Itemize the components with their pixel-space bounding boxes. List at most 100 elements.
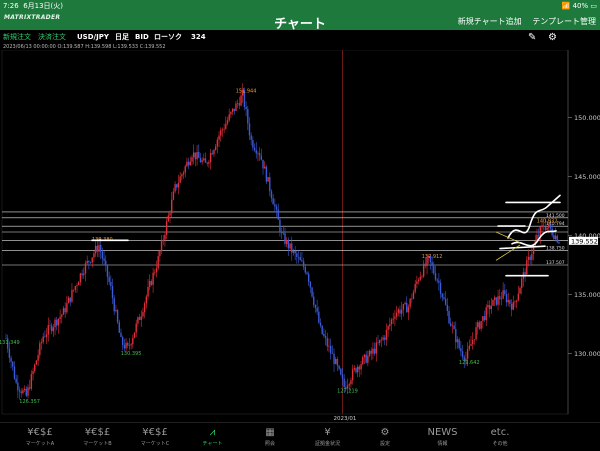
candle-body [245,107,247,110]
candle-body [177,182,180,188]
candle-body [343,378,345,388]
candle-body [118,322,120,333]
candle-body [409,298,411,307]
candle-body [512,302,514,310]
candle-body [89,262,92,263]
candle-body [436,279,438,281]
candle-body [264,166,266,169]
candle-body [389,324,391,327]
candle-body [18,390,21,392]
tab-3[interactable]: ⩘ チャート [185,426,241,447]
candle-body [301,260,303,262]
tab-2[interactable]: ¥€$£ マーケットC [127,426,183,447]
candle-body [269,177,271,192]
tab-1[interactable]: ¥€$£ マーケットB [70,426,126,447]
low-mark-label: 127.219 [337,389,358,395]
tab-icon: ¥€$£ [84,427,111,438]
candle-body [311,287,313,297]
candle-body [331,353,334,354]
candle-body [181,174,183,177]
navbar: MATRIXTRADER チャート 新規チャート追加 テンプレート管理 [0,12,600,32]
gear-icon[interactable]: ⚙ [548,32,557,43]
candle-body [392,318,394,320]
tab-0[interactable]: ¥€$£ マーケットA [12,426,68,447]
candle-body [110,281,112,287]
candle-body [15,378,17,383]
candle-body [318,311,320,323]
candle-body [106,264,109,277]
candle-body [199,157,202,163]
candle-body [378,339,381,343]
candle-body [417,279,420,282]
candle-body [98,245,100,252]
timeframe-selector[interactable]: 日足 [115,30,129,44]
candle-body [338,365,340,369]
tab-label: 設定 [379,441,390,447]
candle-body [34,364,36,372]
candle-body [455,329,457,343]
candle-body [216,139,219,147]
candle-body [258,153,261,156]
candle-body [238,103,241,106]
candle-body [209,153,212,162]
candle-body [549,224,552,229]
tab-icon: ¥€$£ [142,427,168,438]
candle-body [292,250,295,253]
settle-order-button[interactable]: 決済注文 [38,30,66,44]
candle-body [499,296,501,300]
status-time: 7:26 6月13日(火) [3,2,64,10]
candle-body [78,282,80,286]
template-manage-button[interactable]: テンプレート管理 [532,17,596,26]
candle-body [348,384,350,386]
candle-body [309,281,312,288]
candle-body [385,329,388,340]
candle-body [377,342,379,344]
candle-body [482,316,484,322]
candle-body [20,391,22,394]
candle-body [84,263,87,274]
candle-body [272,198,274,205]
candle-body [157,256,159,269]
candle-body [32,371,34,375]
chart-type-selector[interactable]: ローソク [154,30,182,44]
candle-body [17,382,19,391]
candle-body [250,135,252,141]
tab-6[interactable]: ⚙ 設定 [357,426,413,447]
side-selector[interactable]: BID [135,30,149,44]
candle-body [324,336,327,339]
candle-body [470,344,472,346]
new-order-button[interactable]: 新規注文 [3,30,31,44]
candle-body [35,360,38,365]
candle-body [275,206,278,210]
candle-body [206,162,208,164]
candle-body [121,337,124,345]
candle-body [208,161,210,164]
candle-body [27,387,29,396]
tab-4[interactable]: ▦ 照会 [242,426,298,447]
candle-body [335,359,337,364]
candle-body [355,368,357,373]
candle-body [424,263,427,267]
candle-body [495,297,498,305]
candle-body [458,339,460,349]
candle-body [45,334,48,337]
candle-body [25,388,27,396]
candle-body [42,336,44,343]
candle-body [323,333,325,337]
tab-8[interactable]: etc. その他 [472,426,528,447]
price-chart[interactable]: 130.000135.000140.000145.000150.0002023/… [0,50,600,422]
current-price-label: 139.552 [571,237,598,245]
candle-body [133,332,136,338]
candle-body [438,280,440,283]
horizontal-line-label: 137.507 [546,260,565,266]
low-mark-label: 126.357 [19,399,40,405]
candle-body [329,345,332,354]
pair-selector[interactable]: USD/JPY [77,30,109,44]
tab-7[interactable]: NEWS 情報 [415,426,471,447]
bar-count[interactable]: 324 [191,30,206,44]
add-chart-button[interactable]: 新規チャート追加 [458,17,522,26]
tab-5[interactable]: ¥ 証拠金状況 [300,426,356,447]
candle-body [140,316,142,320]
candle-body [111,286,114,299]
pencil-icon[interactable]: ✎ [528,32,536,43]
